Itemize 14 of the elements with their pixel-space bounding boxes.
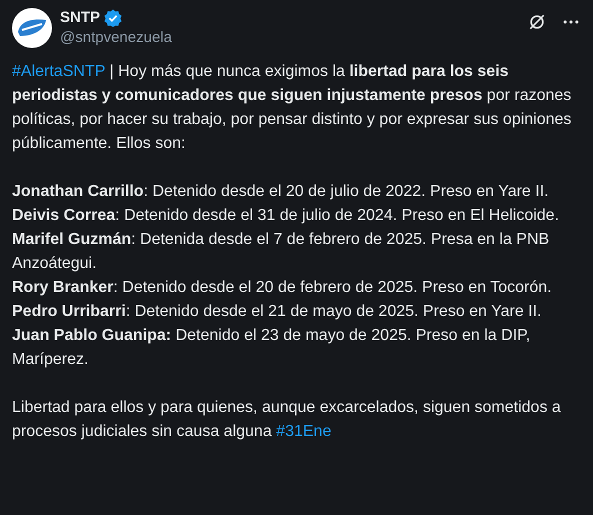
- account-handle[interactable]: @sntpvenezuela: [60, 28, 519, 48]
- account-name[interactable]: SNTP: [60, 8, 100, 28]
- slashed-circle-icon[interactable]: [527, 12, 547, 32]
- post-text: Libertad para ellos y para quienes, aunque excarcelados, siguen sometidos a procesos judiciales sin causa alguna #31Ene: [12, 398, 562, 442]
- detainee-entry: Juan Pablo Guanipa: Detenido el 23 de mayo de 2025. Preso en la DIP, Maríperez.: [12, 326, 532, 370]
- detainee-entry: Jonathan Carrillo: Detenido desde el 20 de julio de 2022. Preso en Yare II.: [12, 182, 550, 202]
- detainee-entry: Deivis Correa: Detenido desde el 31 de julio de 2024. Preso en El Helicoide.: [12, 206, 560, 226]
- detainee-entry: Marifel Guzmán: Detenida desde el 7 de febrero de 2025. Presa en la PNB Anzoátegui.: [12, 230, 550, 274]
- hashtag-link[interactable]: #AlertaSNTP: [12, 63, 106, 80]
- avatar-logo-icon[interactable]: [12, 8, 52, 48]
- detainee-entry: Rory Branker: Detenido desde el 20 de febrero de 2025. Preso en Tocorón.: [12, 278, 553, 298]
- hashtag-link[interactable]: #31Ene: [276, 423, 332, 440]
- post-text: #AlertaSNTP | Hoy más que nunca exigimos la libertad para los seis periodistas y comunicadores que siguen injustamente presos por razones políticas, por hacer su trabajo, por pensar distinto y por expresar sus opiniones públicamente. Ellos son:: [12, 62, 572, 154]
- detainee-entry: Pedro Urribarri: Detenido desde el 21 de mayo de 2025. Preso en Yare II.: [12, 302, 542, 322]
